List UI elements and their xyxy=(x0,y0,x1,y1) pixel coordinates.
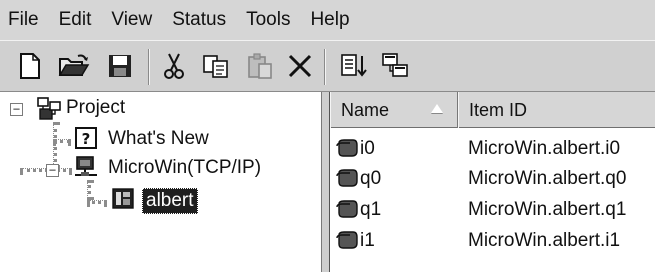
column-header-name[interactable]: Name xyxy=(330,92,458,128)
row-name: q0 xyxy=(360,168,382,189)
tree-connector xyxy=(87,180,91,200)
project-network-icon xyxy=(37,97,61,120)
tree-connector xyxy=(53,122,57,168)
list-item[interactable]: i0 MicroWin.albert.i0 xyxy=(330,134,655,164)
row-item-id: MicroWin.albert.i1 xyxy=(468,230,621,251)
sort-ascending-icon xyxy=(431,104,443,113)
menu-tools[interactable]: Tools xyxy=(236,0,300,40)
tree-item-project[interactable]: Project xyxy=(66,96,125,120)
menu-status[interactable]: Status xyxy=(162,0,236,40)
paste-button[interactable] xyxy=(244,50,276,82)
plc-station-icon xyxy=(112,188,134,209)
menu-help[interactable]: Help xyxy=(300,0,359,40)
collapse-project-toggle[interactable]: − xyxy=(10,103,23,116)
column-header-item-id-label: Item ID xyxy=(469,100,528,120)
menu-edit[interactable]: Edit xyxy=(49,0,102,40)
tree-item-whats-new[interactable]: What's New xyxy=(108,127,209,151)
collapse-microwin-toggle[interactable]: − xyxy=(46,164,59,177)
tag-item-icon xyxy=(336,200,358,218)
list-item[interactable]: i1 MicroWin.albert.i1 xyxy=(330,226,655,256)
project-tree[interactable]: − Project ? What's New − MicroWin(TCP/IP… xyxy=(0,92,322,272)
row-item-id: MicroWin.albert.q1 xyxy=(468,199,627,220)
tag-item-icon xyxy=(336,139,358,157)
delete-icon xyxy=(288,54,312,78)
menu-view[interactable]: View xyxy=(101,0,162,40)
toolbar xyxy=(0,40,655,92)
tag-item-icon xyxy=(336,231,358,249)
tag-item-icon xyxy=(336,169,358,187)
delete-button[interactable] xyxy=(284,50,316,82)
svg-text:?: ? xyxy=(82,130,91,148)
tree-item-albert[interactable]: albert xyxy=(142,188,198,214)
new-icon xyxy=(20,53,40,79)
copy-icon xyxy=(203,55,228,78)
open-button[interactable] xyxy=(58,50,90,82)
toolbar-separator xyxy=(324,49,326,85)
sort-list-button[interactable] xyxy=(338,50,370,82)
list-item[interactable]: q1 MicroWin.albert.q1 xyxy=(330,195,655,225)
tree-connector xyxy=(53,139,71,143)
items-list[interactable]: Name Item ID i0 MicroWin.albert.i0 q0 Mi… xyxy=(330,92,655,272)
new-button[interactable] xyxy=(14,50,46,82)
list-item[interactable]: q0 MicroWin.albert.q0 xyxy=(330,164,655,194)
row-item-id: MicroWin.albert.q0 xyxy=(468,168,627,189)
sort-list-icon xyxy=(341,54,367,77)
cut-button[interactable] xyxy=(158,50,190,82)
row-name: q1 xyxy=(360,199,382,220)
browse-network-icon xyxy=(382,53,408,77)
row-name: i0 xyxy=(360,138,375,159)
column-header-name-label: Name xyxy=(341,100,390,120)
cut-icon xyxy=(164,53,184,79)
row-name: i1 xyxy=(360,230,375,251)
row-item-id: MicroWin.albert.i0 xyxy=(468,138,621,159)
help-question-icon: ? xyxy=(75,127,97,149)
menu-bar: File Edit View Status Tools Help xyxy=(0,0,655,40)
toolbar-separator xyxy=(148,49,150,85)
column-header-item-id[interactable]: Item ID xyxy=(458,92,655,128)
save-icon xyxy=(109,55,131,77)
paste-icon xyxy=(248,53,272,79)
list-header: Name Item ID xyxy=(330,92,655,128)
menu-file[interactable]: File xyxy=(0,0,49,40)
browse-network-button[interactable] xyxy=(380,50,412,82)
computer-network-icon xyxy=(75,156,97,176)
pane-splitter[interactable] xyxy=(322,92,330,272)
tree-connector xyxy=(87,200,107,204)
save-button[interactable] xyxy=(104,50,136,82)
copy-button[interactable] xyxy=(200,50,232,82)
tree-item-microwin[interactable]: MicroWin(TCP/IP) xyxy=(108,156,261,180)
open-folder-icon xyxy=(58,54,90,76)
